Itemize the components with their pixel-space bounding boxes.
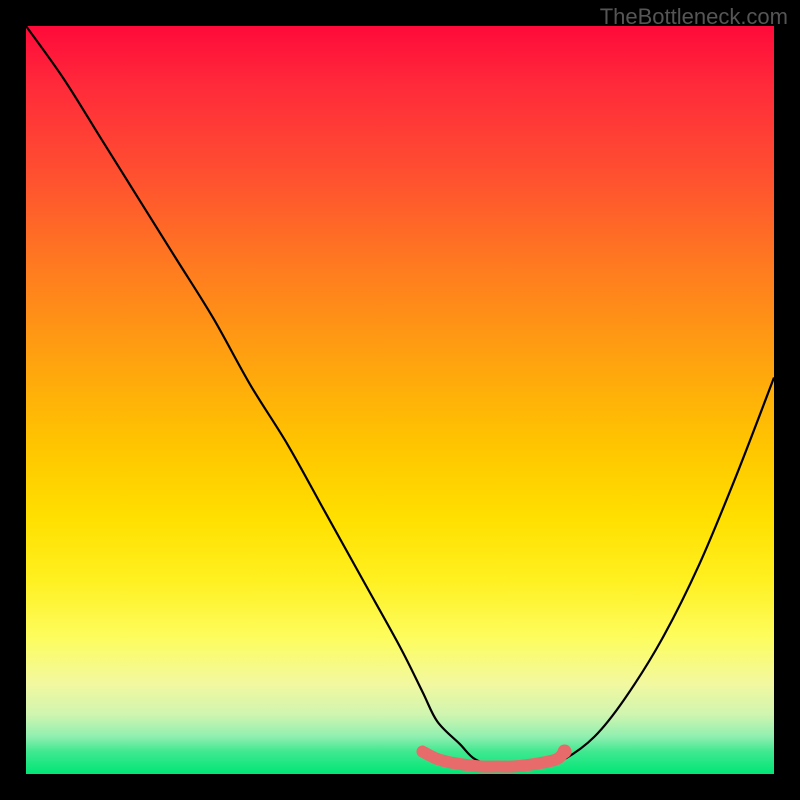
- watermark-text: TheBottleneck.com: [600, 4, 788, 30]
- plot-area: [26, 26, 774, 774]
- curve-svg: [26, 26, 774, 774]
- highlight-end-dot: [558, 745, 572, 759]
- optimal-highlight-path: [422, 752, 564, 767]
- chart-container: TheBottleneck.com: [0, 0, 800, 800]
- bottleneck-curve-path: [26, 26, 774, 767]
